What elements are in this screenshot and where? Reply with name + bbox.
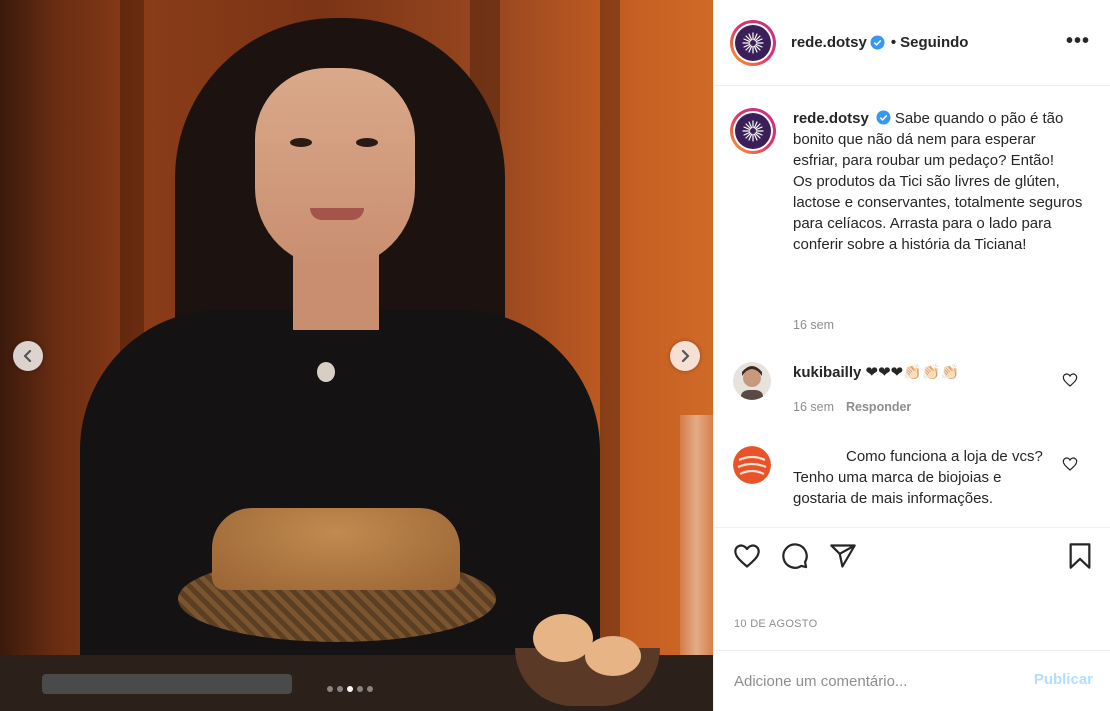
more-options-button[interactable]: ••• <box>1066 31 1090 51</box>
heart-icon[interactable] <box>1062 456 1078 472</box>
avatar[interactable] <box>733 446 771 484</box>
wall-panel <box>600 0 620 711</box>
carousel-dot <box>367 686 373 692</box>
face <box>255 68 415 268</box>
bookmark-icon[interactable] <box>1066 542 1094 570</box>
share-icon[interactable] <box>829 542 857 570</box>
glass-bottle <box>680 415 713 665</box>
comment-input[interactable] <box>734 672 1024 690</box>
comment-timestamp[interactable]: 16 sem <box>793 400 834 414</box>
carousel-prev-button[interactable] <box>13 341 43 371</box>
caption-timestamp[interactable]: 16 sem <box>793 318 834 332</box>
caption-username[interactable]: rede.dotsy <box>793 110 869 127</box>
egg <box>533 614 593 662</box>
starburst-icon <box>742 31 764 54</box>
comment-body: Como funciona a loja de vcs? Tenho uma m… <box>793 448 1043 507</box>
username-link[interactable]: rede.dotsy <box>791 34 867 51</box>
chevron-right-icon <box>681 350 690 362</box>
post-header: rede.dotsy • Seguindo ••• <box>714 0 1110 86</box>
starburst-icon <box>742 120 764 142</box>
carousel-dot <box>327 686 333 692</box>
add-comment-bar: Publicar <box>714 650 1110 711</box>
eye <box>356 138 378 147</box>
caption-text: rede.dotsy Sabe quando o pão é tão bonito… <box>793 108 1083 255</box>
comment-body: ❤❤❤👏🏻👏🏻👏🏻 <box>865 364 960 381</box>
carousel-next-button[interactable] <box>670 341 700 371</box>
comment-meta: 16 sem Responder <box>793 400 911 414</box>
following-button[interactable]: Seguindo <box>900 34 968 51</box>
mouth <box>310 208 364 220</box>
post-image[interactable] <box>0 0 713 711</box>
separator: • <box>890 34 897 51</box>
carousel-dot <box>347 686 353 692</box>
comment-text: kukibailly ❤❤❤👏🏻👏🏻👏🏻 <box>793 362 1043 383</box>
heart-icon[interactable] <box>733 542 761 570</box>
chevron-left-icon <box>23 350 32 362</box>
post-date[interactable]: 10 DE AGOSTO <box>734 618 817 630</box>
caption-body: Sabe quando o pão é tão bonito que não d… <box>793 110 1083 253</box>
eye <box>290 138 312 147</box>
comment-username[interactable]: kukibailly <box>793 364 861 381</box>
carousel-dot <box>357 686 363 692</box>
egg <box>585 636 641 676</box>
avatar[interactable] <box>730 19 776 66</box>
publish-button[interactable]: Publicar <box>1034 671 1093 688</box>
necklace-pendant <box>317 362 335 382</box>
post-actions <box>714 527 1110 587</box>
caption: rede.dotsy Sabe quando o pão é tão bonito… <box>730 108 1100 255</box>
knife <box>42 674 292 694</box>
verified-badge-icon <box>876 110 891 125</box>
avatar[interactable] <box>730 108 776 154</box>
avatar[interactable] <box>733 362 771 400</box>
post-sidebar: rede.dotsy • Seguindo ••• rede.dotsy Sab… <box>713 0 1110 711</box>
comment-icon[interactable] <box>781 542 809 570</box>
comment-text: Como funciona a loja de vcs? Tenho uma m… <box>793 446 1043 509</box>
carousel-indicator <box>327 686 373 692</box>
carousel-dot <box>337 686 343 692</box>
bread-loaf <box>212 508 460 590</box>
heart-icon[interactable] <box>1062 372 1078 388</box>
reply-button[interactable]: Responder <box>846 400 911 414</box>
verified-badge-icon <box>870 35 885 50</box>
